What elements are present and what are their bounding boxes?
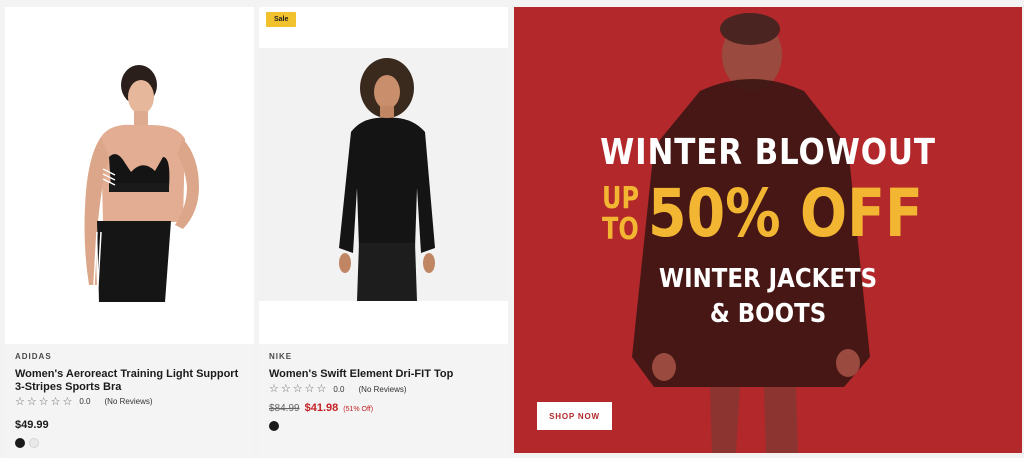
star-icon: ☆ — [316, 383, 327, 395]
product-title[interactable]: Women's Swift Element Dri-FIT Top — [269, 368, 500, 381]
product-rating[interactable]: ☆ ☆ ☆ ☆ ☆ 0.0 (No Reviews) — [269, 384, 500, 395]
star-icon: ☆ — [269, 383, 279, 395]
up-to-label: UP TO — [602, 181, 640, 247]
review-count: (No Reviews) — [104, 397, 153, 406]
product-rating[interactable]: ☆ ☆ ☆ ☆ ☆ 0.0 (No Reviews) — [15, 396, 246, 407]
discount-amount: 50% OFF — [648, 175, 923, 252]
sale-price: $41.98 — [304, 401, 339, 414]
color-swatch-black[interactable] — [269, 420, 279, 431]
banner-discount: UP TO 50% OFF — [602, 179, 975, 249]
color-swatch-white[interactable] — [29, 438, 39, 448]
product-title[interactable]: Women's Aeroreact Training Light Support… — [15, 368, 246, 393]
star-icon: ☆ — [50, 395, 61, 408]
star-icon: ☆ — [26, 395, 37, 408]
product-price: $49.99 — [15, 419, 49, 431]
banner-subline: WINTER JACKETS — [658, 264, 878, 294]
original-price: $84.99 — [269, 402, 300, 414]
star-icon: ☆ — [15, 395, 25, 408]
product-image[interactable] — [5, 7, 254, 344]
discount-percent: (51% Off) — [343, 405, 374, 413]
product-card[interactable]: ADIDAS Women's Aeroreact Training Light … — [5, 7, 254, 458]
review-count: (No Reviews) — [358, 384, 407, 394]
product-photo-backdrop — [259, 48, 508, 301]
star-icon: ☆ — [62, 395, 73, 408]
star-icon: ☆ — [38, 395, 49, 408]
rating-stars: ☆ ☆ ☆ ☆ ☆ — [15, 395, 73, 408]
star-icon: ☆ — [292, 383, 303, 395]
product-brand: ADIDAS — [15, 352, 52, 361]
product-brand: NIKE — [269, 352, 293, 361]
rating-stars: ☆ ☆ ☆ ☆ ☆ — [269, 383, 327, 395]
color-swatches — [15, 438, 246, 448]
product-image[interactable]: Sale — [259, 7, 508, 344]
banner-subline: & BOOTS — [709, 299, 827, 329]
sports-bra-model-photo — [84, 65, 199, 303]
color-swatches — [269, 420, 500, 431]
banner-headline: WINTER BLOWOUT — [600, 132, 936, 173]
star-icon: ☆ — [280, 383, 291, 395]
dri-fit-top-model-photo — [339, 58, 435, 301]
product-card[interactable]: Sale NIKE Women's Swift Element Dri-FIT … — [259, 7, 508, 458]
color-swatch-black[interactable] — [15, 438, 25, 448]
star-icon: ☆ — [304, 383, 315, 395]
promo-banner[interactable]: WINTER BLOWOUT UP TO 50% OFF WINTER JACK… — [514, 7, 1022, 453]
shop-now-button[interactable]: SHOP NOW — [537, 402, 612, 430]
sale-badge: Sale — [266, 12, 297, 27]
product-price: $84.99 $41.98 (51% Off) — [269, 402, 500, 414]
rating-score: 0.0 — [333, 384, 345, 394]
rating-score: 0.0 — [79, 397, 91, 406]
